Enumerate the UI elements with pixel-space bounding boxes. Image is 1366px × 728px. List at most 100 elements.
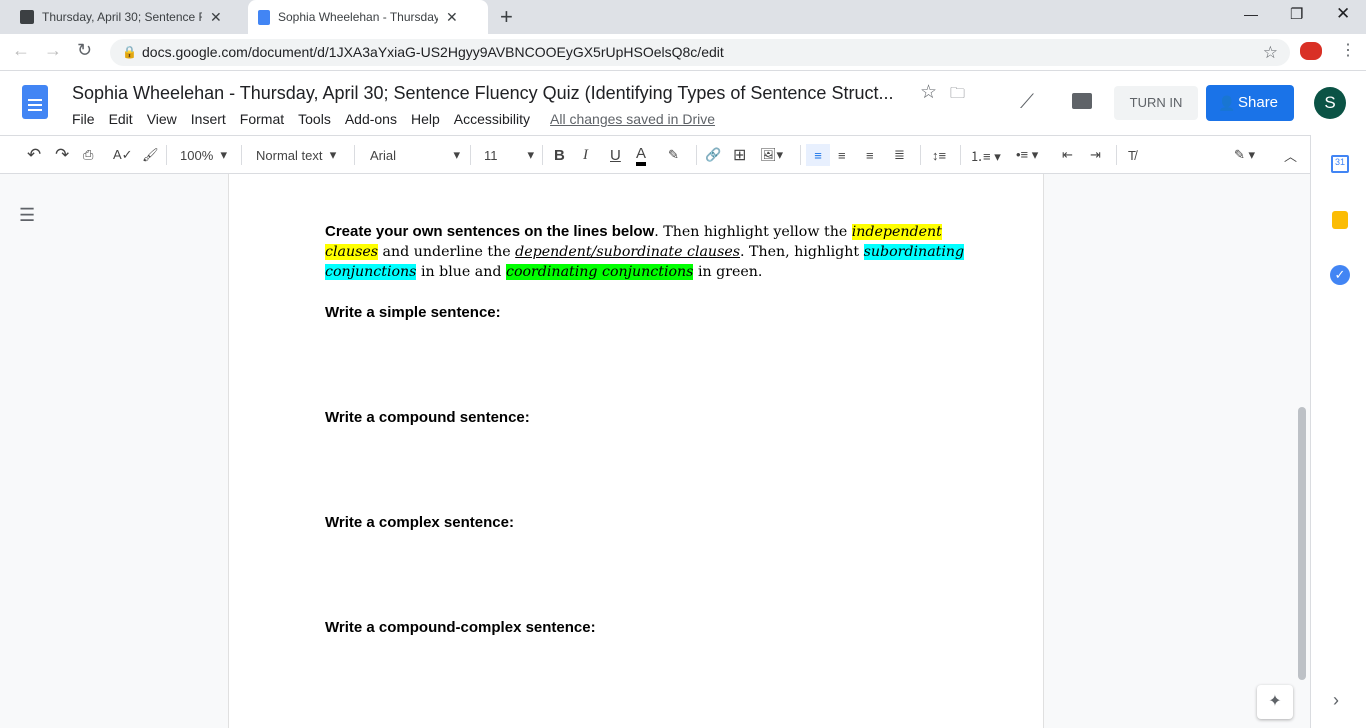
address-bar-row: ← → ↻ 🔒 docs.google.com/document/d/1JXA3… [0,34,1366,71]
insert-image-icon[interactable]: 🖼▾ [760,144,783,166]
prompt-compound: Write a compound sentence: [325,409,530,426]
undo-icon[interactable]: ↶ [27,144,41,166]
save-status[interactable]: All changes saved in Drive [550,111,715,127]
print-icon[interactable]: ⎙ [83,144,93,166]
move-folder-icon[interactable]: 🗀 [950,83,965,108]
menu-help[interactable]: Help [411,111,440,127]
restore-button[interactable]: ❐ [1290,5,1303,23]
bulleted-list-icon[interactable]: •≡ ▾ [1016,144,1038,166]
editing-mode-icon[interactable]: ✎ ▾ [1234,144,1255,166]
menu-accessibility[interactable]: Accessibility [454,111,530,127]
clear-formatting-icon[interactable]: T̸ [1128,144,1136,166]
expand-panel-icon[interactable]: › [1333,690,1339,711]
style-select[interactable]: Normal text ▾ [256,144,346,166]
new-tab-button[interactable]: + [500,4,513,30]
text: . Then, highlight [740,244,864,260]
increase-indent-icon[interactable]: ⇥ [1090,144,1101,166]
menu-edit[interactable]: Edit [109,111,133,127]
person-add-icon: 👤 [1218,95,1236,111]
instructions-bold: Create your own sentences on the lines b… [325,223,655,240]
share-button[interactable]: 👤 Share [1206,85,1294,121]
browser-menu-icon[interactable]: ⋮ [1340,40,1356,60]
prompt-compound-complex: Write a compound-complex sentence: [325,619,596,636]
green-highlight-text: coordinating conjunctions [506,264,694,280]
prompt-complex: Write a complex sentence: [325,514,514,531]
collapse-toolbar-icon[interactable]: ︿ [1284,144,1297,166]
underlined-text: dependent/subordinate clauses [515,244,741,260]
classroom-icon [20,10,34,24]
tab-docs[interactable]: Sophia Wheelehan - Thursday, April 30 ✕ [248,0,488,34]
align-center-icon[interactable]: ≡ [838,144,846,166]
scrollbar-thumb[interactable] [1298,407,1306,680]
highlight-icon[interactable]: ✎ [668,144,679,166]
lock-icon: 🔒 [122,45,137,59]
docs-logo-icon[interactable] [22,85,48,119]
bookmark-star-icon[interactable]: ☆ [1263,39,1278,66]
close-tab-icon[interactable]: ✕ [210,9,222,26]
menu-addons[interactable]: Add-ons [345,111,397,127]
url-input[interactable]: 🔒 docs.google.com/document/d/1JXA3aYxiaG… [110,39,1290,66]
forward-icon[interactable]: → [44,40,62,61]
star-icon[interactable]: ☆ [920,81,937,104]
minimize-button[interactable]: — [1244,6,1258,22]
text: in blue and [416,264,506,280]
font-size-select[interactable]: 11 ▾ [484,144,534,166]
tab-title: Sophia Wheelehan - Thursday, April 30 [278,10,438,24]
redo-icon[interactable]: ↷ [55,144,69,166]
share-label: Share [1238,94,1279,111]
back-icon[interactable]: ← [12,40,30,61]
spellcheck-icon[interactable]: A✓ [113,144,133,166]
align-right-icon[interactable]: ≡ [866,144,874,166]
docs-header: Sophia Wheelehan - Thursday, April 30; S… [0,71,1366,135]
url-text: docs.google.com/document/d/1JXA3aYxiaG-U… [142,44,724,60]
document-title[interactable]: Sophia Wheelehan - Thursday, April 30; S… [72,83,893,104]
side-panel: 31 ✓ › [1310,135,1366,728]
text: . Then highlight yellow the [654,224,852,240]
document-outline-icon[interactable]: ☰ [19,205,35,226]
prompt-simple: Write a simple sentence: [325,304,501,321]
calendar-icon[interactable]: 31 [1331,155,1349,173]
line-spacing-icon[interactable]: ↕≡ [932,144,946,166]
menu-bar: File Edit View Insert Format Tools Add-o… [72,111,729,127]
document-page[interactable]: Create your own sentences on the lines b… [228,174,1044,728]
explore-button[interactable]: ✦ [1257,685,1293,719]
menu-insert[interactable]: Insert [191,111,226,127]
instructions-paragraph: Create your own sentences on the lines b… [325,222,965,282]
bold-icon[interactable]: B [554,144,565,166]
add-comment-icon[interactable]: ⊞ [733,144,746,166]
italic-icon[interactable]: I [583,144,588,166]
turn-in-button[interactable]: TURN IN [1114,86,1198,120]
menu-view[interactable]: View [147,111,177,127]
link-icon[interactable]: 🔗 [705,144,721,166]
avatar[interactable]: S [1314,87,1346,119]
comments-icon[interactable] [1072,93,1092,109]
close-window-button[interactable]: ✕ [1336,4,1350,24]
keep-icon[interactable] [1332,211,1348,229]
numbered-list-icon[interactable]: ⒈≡ ▾ [970,144,1001,166]
font-size-value: 11 [484,147,498,163]
align-left-icon[interactable]: ≡ [806,144,830,166]
tab-title: Thursday, April 30; Sentence Fluency Qui… [42,10,202,24]
reload-icon[interactable]: ↻ [77,40,92,61]
activity-trend-icon[interactable]: ⟋ [1020,91,1034,114]
tab-classroom[interactable]: Thursday, April 30; Sentence Fluency Qui… [10,0,248,34]
tasks-icon[interactable]: ✓ [1330,265,1350,285]
toolbar: ↶ ↷ ⎙ A✓ 🖌 100% ▾ Normal text ▾ Arial ▾ 1… [0,135,1310,174]
menu-format[interactable]: Format [240,111,284,127]
paint-format-icon[interactable]: 🖌 [142,144,159,166]
close-tab-icon[interactable]: ✕ [446,9,458,26]
menu-file[interactable]: File [72,111,95,127]
text-color-icon[interactable]: A [636,144,647,166]
font-select[interactable]: Arial ▾ [370,144,460,166]
decrease-indent-icon[interactable]: ⇤ [1062,144,1073,166]
text: and underline the [378,244,516,260]
text: in green. [693,264,763,280]
docs-icon [258,9,270,25]
extension-icon[interactable] [1300,42,1322,60]
menu-tools[interactable]: Tools [298,111,331,127]
zoom-value: 100% [180,147,214,163]
justify-icon[interactable]: ≣ [894,144,905,166]
tab-bar: Thursday, April 30; Sentence Fluency Qui… [0,0,1366,34]
zoom-select[interactable]: 100% ▾ [180,144,234,166]
underline-icon[interactable]: U [610,144,621,166]
